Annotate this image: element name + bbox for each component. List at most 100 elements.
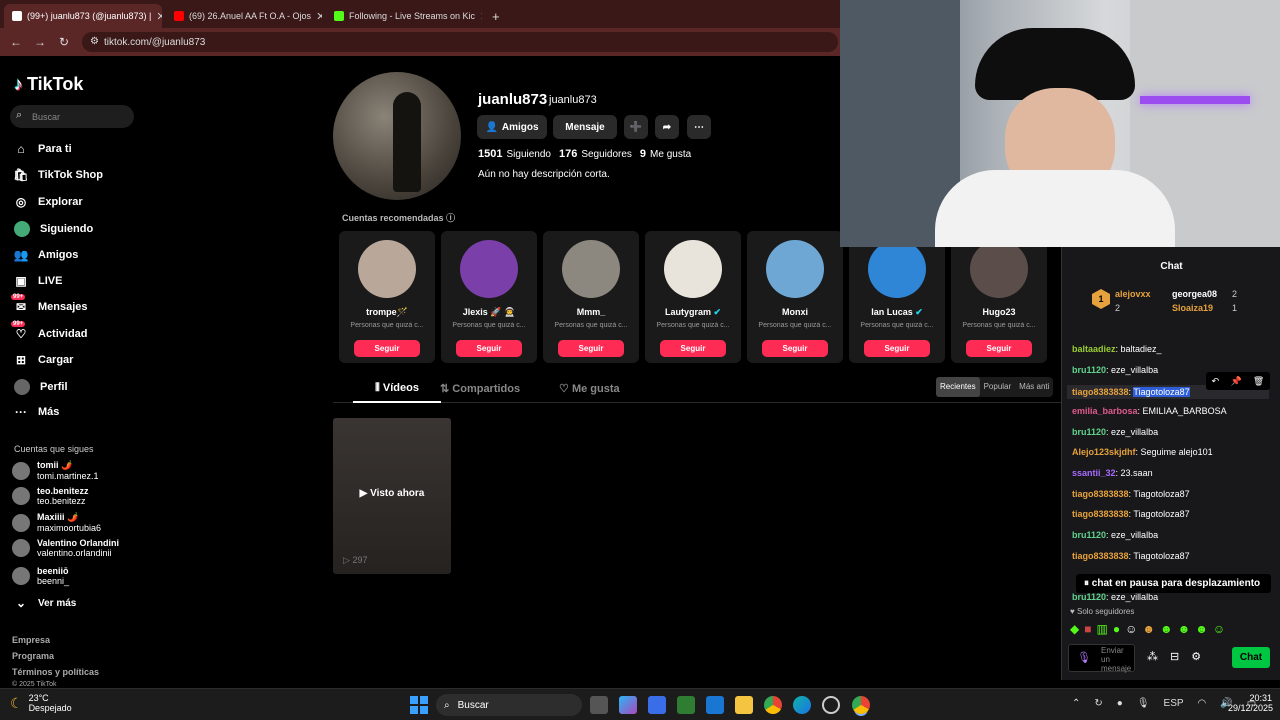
chat-message[interactable]: baltaadiez: baltadiez_ <box>1072 344 1162 354</box>
users-icon[interactable]: ⁂ <box>1147 650 1158 663</box>
chat-message[interactable]: emilia_barbosa: EMILIAA_BARBOSA <box>1072 406 1227 416</box>
tiktok-logo[interactable]: ♪ TikTok <box>14 74 83 95</box>
chrome-icon[interactable] <box>764 696 782 714</box>
reply-icon[interactable]: ↶ <box>1212 376 1220 387</box>
info-icon[interactable]: ⓘ <box>446 213 455 223</box>
recommended-card[interactable]: Mmm_ Personas que quizá c... Seguir <box>543 231 639 363</box>
pin-icon[interactable]: 📌 <box>1230 376 1241 387</box>
followers-stat[interactable]: 176 Seguidores <box>559 148 632 160</box>
task-view-icon[interactable] <box>590 696 608 714</box>
video-thumbnail[interactable]: ▶ Visto ahora ▷ 297 <box>333 418 451 574</box>
tab-videos[interactable]: ⦀ Vídeos <box>353 382 441 403</box>
app-icon[interactable] <box>822 696 840 714</box>
close-tab-icon[interactable]: ✕ <box>156 10 162 23</box>
copilot-icon[interactable] <box>619 696 637 714</box>
message-button[interactable]: Mensaje <box>553 115 617 139</box>
emote-icon[interactable]: ☻ <box>1160 622 1173 636</box>
recommended-card[interactable]: Monxi Personas que quizá c... Seguir <box>747 231 843 363</box>
add-friend-icon[interactable]: ➕ <box>624 115 648 139</box>
recommended-card[interactable]: Hugo23 Personas que quizá c... Seguir <box>951 231 1047 363</box>
follow-button[interactable]: Seguir <box>456 340 522 357</box>
following-account[interactable]: Maxiiii 🌶️ maximoortubia6 <box>12 512 101 533</box>
emote-icon[interactable]: ☺ <box>1213 622 1225 636</box>
app-icon[interactable] <box>677 696 695 714</box>
sort-oldest[interactable]: Más anti <box>1015 377 1053 397</box>
nav-live[interactable]: ▣ LIVE <box>14 274 62 288</box>
search-input[interactable]: ⌕ Buscar <box>10 105 134 128</box>
language-indicator[interactable]: ESP <box>1164 698 1184 709</box>
reload-icon[interactable]: ↻ <box>52 35 76 49</box>
wifi-icon[interactable]: ◠ <box>1198 698 1207 709</box>
edge-icon[interactable] <box>793 696 811 714</box>
sync-icon[interactable]: ↻ <box>1094 698 1102 709</box>
mail-icon[interactable] <box>706 696 724 714</box>
nav-explorar[interactable]: ◎ Explorar <box>14 195 83 209</box>
follow-button[interactable]: Seguir <box>762 340 828 357</box>
recommended-card[interactable]: Jlexis 🚀 👨‍🚀 Personas que quizá c... Segui… <box>441 231 537 363</box>
chat-username[interactable]: tiago8383838 <box>1072 551 1129 561</box>
url-field[interactable]: ⚙ tiktok.com/@juanlu873 <box>82 32 838 52</box>
chat-message[interactable]: bru1120: eze_villalba <box>1072 592 1158 602</box>
nav-tiktok-shop[interactable]: 🛍 TikTok Shop <box>13 168 103 182</box>
following-account[interactable]: Valentino Orlandini valentino.orlandinii <box>12 538 119 558</box>
chat-username[interactable]: bru1120 <box>1072 530 1106 540</box>
browser-tab-youtube[interactable]: (69) 26.Anuel AA Ft O.A - Ojos ✕ <box>166 4 322 28</box>
microphone-icon[interactable]: 🎙 <box>1137 698 1150 709</box>
send-chat-button[interactable]: Chat <box>1232 647 1270 668</box>
nav-amigos[interactable]: 👥 Amigos <box>14 248 79 262</box>
footer-link[interactable]: Programa <box>12 651 54 661</box>
close-tab-icon[interactable]: ✕ <box>480 10 482 23</box>
browser-tab-kick[interactable]: Following - Live Streams on Kic ✕ <box>326 4 482 28</box>
settings-icon[interactable]: ⚙ <box>1191 650 1201 663</box>
app-tray-icon[interactable]: ● <box>1117 698 1123 709</box>
chat-username[interactable]: tiago8383838 <box>1072 489 1129 499</box>
nav-actividad[interactable]: ♡ 99+ Actividad <box>11 321 88 341</box>
leader-name[interactable]: georgea08 <box>1172 289 1217 299</box>
emote-icon[interactable]: ☺ <box>1125 622 1137 636</box>
emote-icon[interactable]: ☻ <box>1142 622 1155 636</box>
sort-popular[interactable]: Popular <box>980 377 1016 397</box>
friends-button[interactable]: 👤 Amigos <box>477 115 547 139</box>
site-info-icon[interactable]: ⚙ <box>90 36 99 47</box>
nav-para-ti[interactable]: ⌂ Para ti <box>14 142 71 156</box>
nav-perfil[interactable]: Perfil <box>14 379 68 395</box>
taskbar-search[interactable]: ⌕ Buscar <box>436 694 582 716</box>
follow-button[interactable]: Seguir <box>660 340 726 357</box>
following-account[interactable]: tomii 🌶️ tomi.martinez.1 <box>12 460 99 481</box>
nav-mas[interactable]: ··· Más <box>14 405 59 419</box>
recommended-card[interactable]: Ian Lucas ✔ Personas que quizá c... Seguir <box>849 231 945 363</box>
emote-icon[interactable]: ☻ <box>1178 622 1191 636</box>
sort-recent[interactable]: Recientes <box>936 377 980 397</box>
chat-message[interactable]: bru1120: eze_villalba <box>1072 427 1158 437</box>
chat-username[interactable]: tiago8383838 <box>1072 387 1129 397</box>
follow-button[interactable]: Seguir <box>864 340 930 357</box>
weather-widget[interactable]: ☾ 23°C Despejado <box>10 693 72 713</box>
gift-icon[interactable]: ⊟ <box>1170 650 1179 663</box>
chrome-active-icon[interactable] <box>852 696 870 714</box>
tab-me-gusta[interactable]: ♡ Me gusta <box>559 382 620 395</box>
nav-cargar[interactable]: ⊞ Cargar <box>14 353 74 367</box>
chevron-up-icon[interactable]: ⌃ <box>1072 698 1080 709</box>
microphone-icon[interactable]: 🎙 <box>1077 651 1091 664</box>
follow-button[interactable]: Seguir <box>558 340 624 357</box>
nav-mensajes[interactable]: ✉ 99+ Mensajes <box>11 294 88 314</box>
emote-icon[interactable]: ▥ <box>1096 622 1107 636</box>
emote-icon[interactable]: ● <box>1113 622 1120 636</box>
chat-message[interactable]: tiago8383838: Tiagotoloza87 <box>1072 509 1190 519</box>
emote-icon[interactable]: ◆ <box>1070 622 1079 636</box>
chat-username[interactable]: bru1120 <box>1072 592 1106 602</box>
emote-icon[interactable]: ■ <box>1084 622 1091 636</box>
clock[interactable]: 20:31 29/12/2025 <box>1228 693 1273 713</box>
close-tab-icon[interactable]: ✕ <box>316 10 322 23</box>
following-account[interactable]: teo.benitezz teo.benitezz <box>12 486 89 506</box>
follow-button[interactable]: Seguir <box>966 340 1032 357</box>
chat-message[interactable]: ssantii_32: 23.saan <box>1072 468 1153 478</box>
following-account[interactable]: beeniiō beenni_ <box>12 566 69 586</box>
recommended-card[interactable]: trompe🪄 Personas que quizá c... Seguir <box>339 231 435 363</box>
chat-message[interactable]: tiago8383838: Tiagotoloza87 <box>1072 489 1190 499</box>
share-icon[interactable]: ➦ <box>655 115 679 139</box>
chat-username[interactable]: bru1120 <box>1072 365 1106 375</box>
footer-link[interactable]: Términos y políticas <box>12 667 99 677</box>
more-options-icon[interactable]: ⋯ <box>687 115 711 139</box>
leader-name[interactable]: alejovxx <box>1115 289 1151 299</box>
